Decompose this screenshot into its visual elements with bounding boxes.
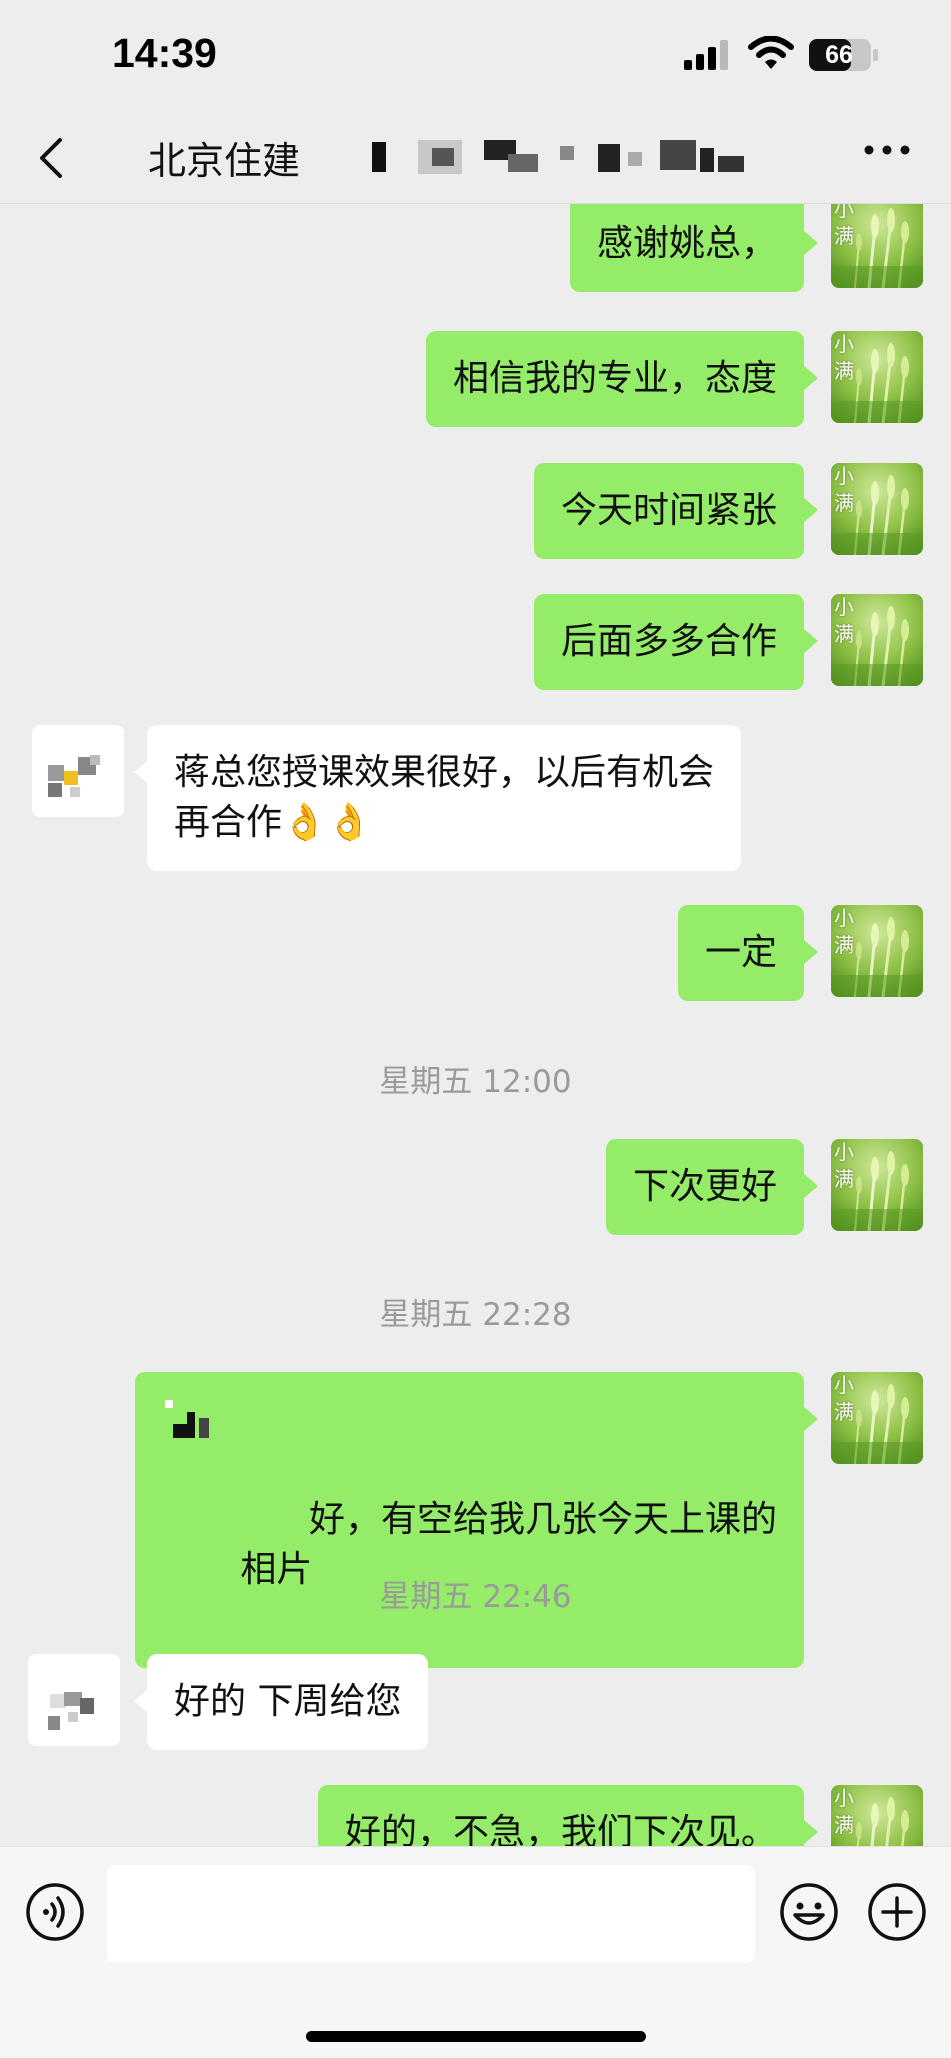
avatar[interactable] xyxy=(32,725,124,817)
avatar[interactable]: 小满 xyxy=(831,1139,923,1231)
avatar[interactable]: 小满 xyxy=(831,594,923,686)
status-time: 14:39 xyxy=(112,30,217,76)
chevron-left-icon[interactable] xyxy=(32,130,72,186)
bubble-tail xyxy=(804,366,818,390)
chat-message-list[interactable]: 感谢姚总， 小满 相信我的专业，态度 小满 今天时间紧张 小满 后面多多合作 小… xyxy=(0,204,951,1846)
avatar[interactable]: 小满 xyxy=(831,463,923,555)
status-bar: 14:39 66 xyxy=(0,0,951,112)
bubble-tail xyxy=(804,1820,818,1844)
avatar-mosaic xyxy=(28,1654,120,1746)
redaction-mosaic xyxy=(322,140,744,174)
message-bubble[interactable]: 相信我的专业，态度 xyxy=(425,331,804,427)
avatar[interactable]: 小满 xyxy=(831,1785,923,1846)
message-input[interactable] xyxy=(107,1865,755,1963)
avatar[interactable] xyxy=(28,1654,120,1746)
timestamp: 星期五 22:46 xyxy=(379,1579,572,1615)
bubble-tail xyxy=(804,940,818,964)
timestamp: 星期五 22:28 xyxy=(379,1297,572,1333)
message-bubble[interactable]: 一定 xyxy=(677,905,804,1001)
avatar-label: 小满 xyxy=(834,1373,854,1424)
plus-icon[interactable] xyxy=(866,1881,928,1943)
nav-bar: 北京住建 xyxy=(0,112,951,204)
bubble-tail xyxy=(804,498,818,522)
avatar-label: 小满 xyxy=(834,595,854,646)
message-bubble[interactable]: 蒋总您授课效果很好，以后有机会 再合作👌👌 xyxy=(147,725,742,871)
emoji-icon[interactable] xyxy=(778,1881,840,1943)
avatar-label: 小满 xyxy=(834,1786,854,1837)
timestamp: 星期五 12:00 xyxy=(379,1064,572,1100)
battery-level: 66 xyxy=(825,41,853,69)
bubble-tail xyxy=(134,1689,148,1713)
avatar-label: 小满 xyxy=(834,464,854,515)
avatar-label: 小满 xyxy=(834,204,854,248)
home-indicator xyxy=(306,2031,646,2042)
avatar[interactable]: 小满 xyxy=(831,1372,923,1464)
avatar-mosaic xyxy=(32,725,124,817)
bubble-tail xyxy=(804,231,818,255)
message-bubble[interactable]: 好，有空给我几张今天上课的 相片 xyxy=(135,1372,804,1668)
bubble-tail xyxy=(804,1407,818,1431)
voice-icon[interactable] xyxy=(24,1881,86,1943)
more-dots-icon[interactable] xyxy=(862,140,912,160)
message-bubble[interactable]: 后面多多合作 xyxy=(533,594,804,690)
message-bubble[interactable]: 感谢姚总， xyxy=(569,204,804,292)
message-bubble[interactable]: 今天时间紧张 xyxy=(533,463,804,559)
message-bubble[interactable]: 好的，不急，我们下次见。 xyxy=(317,1785,804,1846)
input-bar xyxy=(0,1846,951,2058)
avatar-label: 小满 xyxy=(834,332,854,383)
wifi-icon xyxy=(748,36,794,69)
bubble-tail xyxy=(804,1174,818,1198)
avatar-label: 小满 xyxy=(834,906,854,957)
signal-icon xyxy=(684,40,728,70)
bubble-tail xyxy=(804,629,818,653)
avatar-label: 小满 xyxy=(834,1140,854,1191)
chat-title: 北京住建 xyxy=(148,139,301,183)
avatar[interactable]: 小满 xyxy=(831,331,923,423)
message-bubble[interactable]: 好的 下周给您 xyxy=(147,1654,429,1750)
avatar[interactable]: 小满 xyxy=(831,204,923,288)
redaction-mosaic xyxy=(165,1400,210,1438)
bubble-tail xyxy=(134,760,148,784)
avatar[interactable]: 小满 xyxy=(831,905,923,997)
message-bubble[interactable]: 下次更好 xyxy=(605,1139,804,1235)
